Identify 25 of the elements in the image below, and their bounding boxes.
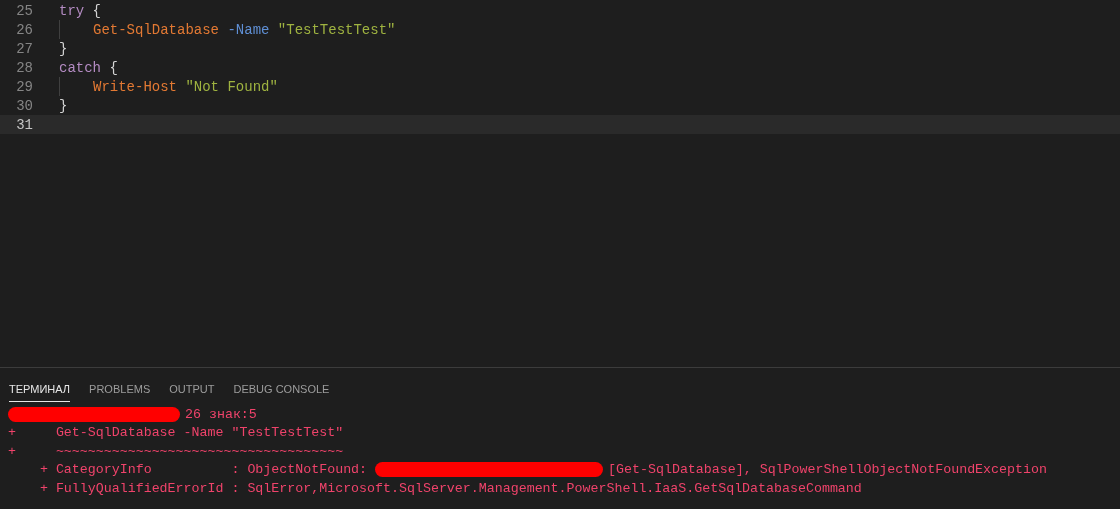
terminal-text: + ~~~~~~~~~~~~~~~~~~~~~~~~~~~~~~~~~~~~	[8, 443, 344, 459]
line-number: 26	[15, 21, 33, 38]
line-number: 30	[15, 97, 33, 114]
indent-guide	[59, 20, 60, 39]
code-text: Write-Host "Not Found"	[93, 78, 278, 95]
terminal-text: + Get-SqlDatabase -Name "TestTestTest"	[8, 425, 344, 441]
panel-tab[interactable]: DEBUG CONSOLE	[233, 383, 330, 402]
terminal-text: + FullyQualifiedErrorId : SqlError,Microsoft.SqlServer.Management.PowerShell.IaaS.GetSqlDatabaseCommand	[38, 480, 862, 496]
indent-guide	[59, 77, 60, 96]
code-text: }	[59, 40, 68, 57]
line-number: 29	[15, 78, 33, 95]
line-number: 27	[15, 40, 33, 57]
terminal-text: + CategoryInfo : ObjectNotFound:	[38, 462, 369, 478]
code-text: try {	[59, 2, 102, 19]
line-number: 31	[15, 116, 33, 133]
terminal-text: 26 знак:5	[185, 406, 257, 422]
panel-tab[interactable]: ТЕРМИНАЛ	[9, 383, 71, 402]
code-text: Get-SqlDatabase -Name "TestTestTest"	[93, 21, 396, 38]
line-number: 25	[15, 2, 33, 19]
code-text: catch {	[59, 59, 118, 76]
panel-tab[interactable]: OUTPUT	[169, 383, 215, 402]
line-number: 28	[15, 59, 33, 76]
terminal-text: [Get-SqlDatabase], SqlPowerShellObjectNotFoundException	[608, 462, 1047, 478]
code-text: }	[59, 97, 68, 114]
panel-tab[interactable]: PROBLEMS	[89, 383, 151, 402]
